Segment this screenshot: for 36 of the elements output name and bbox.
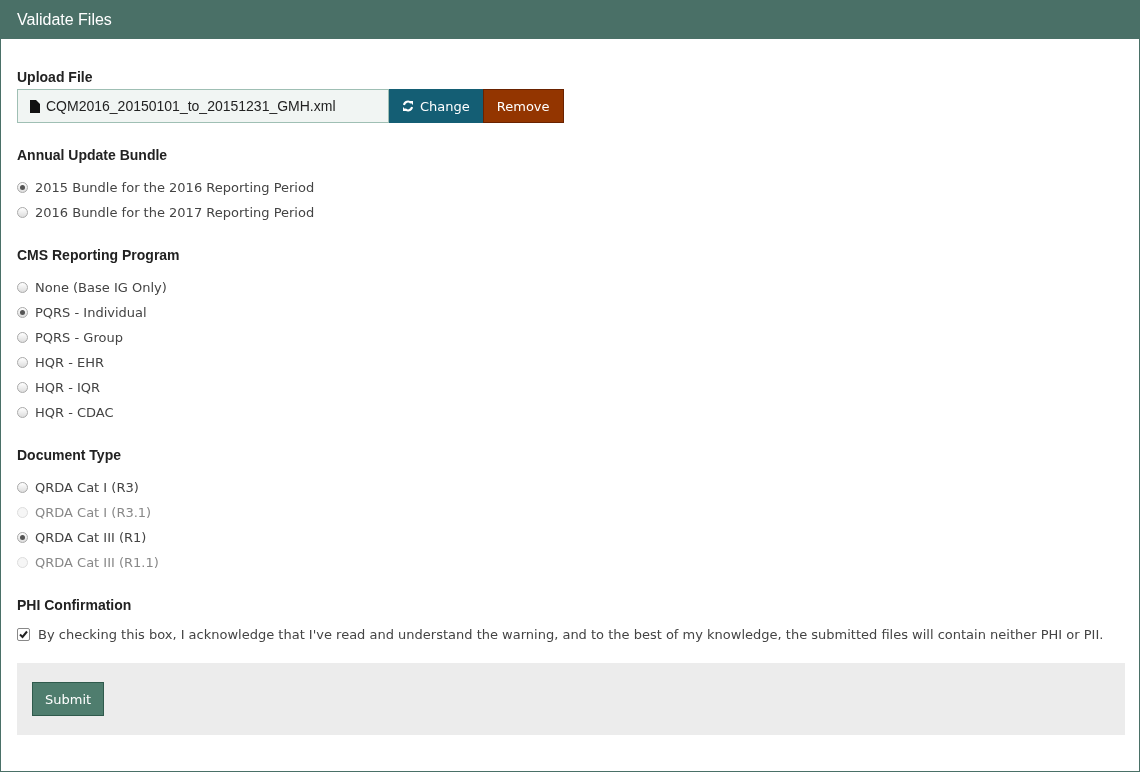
panel-title: Validate Files <box>1 1 1139 39</box>
option-label: QRDA Cat III (R1.1) <box>35 555 159 570</box>
option-label: None (Base IG Only) <box>35 280 167 295</box>
radio-button[interactable] <box>17 307 28 318</box>
group-label: Annual Update Bundle <box>17 147 169 163</box>
radio-button[interactable] <box>17 357 28 368</box>
remove-button[interactable]: Remove <box>482 89 564 123</box>
radio-button[interactable] <box>17 207 28 218</box>
radio-button[interactable] <box>17 332 28 343</box>
change-button[interactable]: Change <box>389 89 483 123</box>
field-label: Upload File <box>17 69 94 85</box>
checkbox[interactable] <box>17 628 30 641</box>
group-label: Document Type <box>17 447 122 463</box>
option-label: QRDA Cat III (R1) <box>35 530 147 545</box>
option-label: HQR - IQR <box>35 380 101 395</box>
radio-button[interactable] <box>17 282 28 293</box>
radio-button[interactable] <box>17 382 28 393</box>
file-icon <box>30 99 40 113</box>
option-label: HQR - CDAC <box>35 405 114 420</box>
option-label: 2015 Bundle for the 2016 Reporting Period <box>35 180 315 195</box>
radio-button[interactable] <box>17 182 28 193</box>
option-label: 2016 Bundle for the 2017 Reporting Period <box>35 205 315 220</box>
radio-button[interactable] <box>17 532 28 543</box>
radio-button[interactable] <box>17 482 28 493</box>
option-label: HQR - EHR <box>35 355 105 370</box>
group-label: CMS Reporting Program <box>17 247 181 263</box>
submit-button[interactable]: Submit <box>32 682 105 716</box>
option-label: PQRS - Group <box>35 330 123 345</box>
confirmation-text: By checking this box, I acknowledge that I've read and understand the warning, and to the best of my knowledge, the submitted files will contain neither PHI or PII. <box>38 626 1104 644</box>
group-label: PHI Confirmation <box>17 597 133 613</box>
radio-button[interactable] <box>17 407 28 418</box>
refresh-icon <box>402 100 414 112</box>
file-field[interactable]: CQM2016_20150101_to_20151231_GMH.xml <box>17 89 389 123</box>
option-label: PQRS - Individual <box>35 305 147 320</box>
option-label: QRDA Cat I (R3.1) <box>35 505 152 520</box>
option-label: QRDA Cat I (R3) <box>35 480 139 495</box>
